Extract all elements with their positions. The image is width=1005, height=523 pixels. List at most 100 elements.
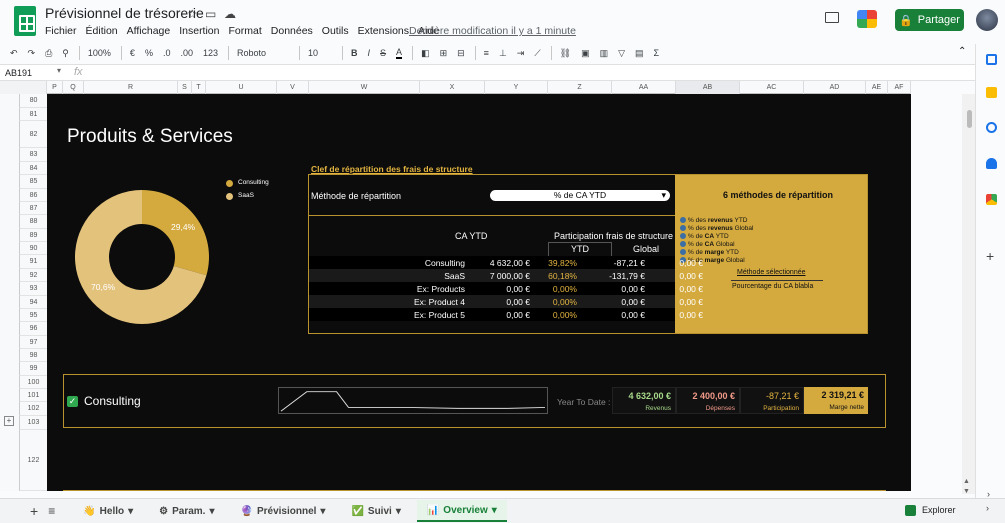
vertical-align-icon[interactable]: ⊥ (499, 48, 507, 59)
column-header[interactable]: T (192, 81, 206, 94)
column-header[interactable]: AD (804, 81, 866, 94)
row-header[interactable]: 82 (19, 121, 47, 148)
print-icon[interactable]: ⎙ (45, 48, 52, 59)
menu-affichage[interactable]: Affichage (127, 25, 171, 37)
insert-link-icon[interactable]: ⛓ (560, 48, 571, 59)
share-button[interactable]: 🔒 Partager (895, 9, 964, 31)
row-header[interactable]: 89 (19, 229, 47, 242)
column-header[interactable]: Y (485, 81, 548, 94)
borders-icon[interactable]: ⊞ (440, 48, 448, 59)
keep-icon[interactable] (986, 87, 997, 98)
column-header[interactable]: Q (63, 81, 84, 94)
merge-cells-icon[interactable]: ⊟ (457, 48, 465, 59)
column-header[interactable]: AA (612, 81, 676, 94)
undo-icon[interactable]: ↶ (10, 48, 18, 59)
column-header[interactable]: S (178, 81, 192, 94)
row-header[interactable]: 103 (19, 416, 47, 430)
calendar-icon[interactable] (986, 54, 997, 65)
row-header[interactable]: 87 (19, 202, 47, 215)
scroll-up-arrow-icon[interactable]: ▲ (963, 478, 970, 485)
row-header[interactable]: 122 (19, 430, 47, 491)
zoom-select[interactable]: 100% (88, 48, 111, 58)
column-header[interactable]: U (206, 81, 277, 94)
select-all-corner[interactable] (0, 81, 47, 94)
row-header[interactable]: 92 (19, 269, 47, 282)
strikethrough-icon[interactable]: S (380, 48, 386, 58)
menu-fichier[interactable]: Fichier (45, 25, 77, 37)
functions-icon[interactable]: Σ (654, 48, 660, 58)
chevron-down-icon[interactable]: ▾ (396, 506, 401, 517)
scrollbar-thumb[interactable] (967, 110, 972, 128)
number-format-select[interactable]: 123 (203, 48, 218, 58)
column-header[interactable]: AC (740, 81, 804, 94)
row-header[interactable]: 95 (19, 309, 47, 322)
text-rotation-icon[interactable]: ⟋ (534, 48, 540, 59)
horizontal-align-icon[interactable]: ≡ (484, 48, 489, 58)
row-header[interactable]: 101 (19, 389, 47, 402)
column-header[interactable]: R (84, 81, 178, 94)
decrease-decimal-button[interactable]: .0 (163, 48, 171, 58)
name-box[interactable]: AB191 (5, 68, 32, 78)
currency-button[interactable]: € (130, 48, 135, 58)
filter-icon[interactable]: ▽ (618, 48, 625, 59)
comments-icon[interactable] (825, 12, 839, 23)
row-header[interactable]: 86 (19, 189, 47, 202)
maps-icon[interactable] (986, 194, 997, 205)
tab-overview[interactable]: 📊 Overview ▾ (416, 500, 507, 522)
column-header[interactable]: Z (548, 81, 612, 94)
bold-icon[interactable]: B (351, 48, 358, 58)
row-header[interactable]: 96 (19, 322, 47, 336)
row-header[interactable]: 102 (19, 402, 47, 416)
row-header[interactable]: 81 (19, 108, 47, 121)
row-header[interactable]: 94 (19, 296, 47, 309)
paint-format-icon[interactable]: ⚲ (62, 48, 69, 59)
last-modified-link[interactable]: Dernière modification il y a 1 minute (409, 25, 576, 37)
row-header[interactable]: 100 (19, 376, 47, 389)
add-addon-icon[interactable]: + (986, 248, 994, 264)
row-header[interactable]: 93 (19, 282, 47, 296)
italic-icon[interactable]: I (368, 48, 371, 58)
menu-donnees[interactable]: Données (271, 25, 313, 37)
row-header[interactable]: 90 (19, 242, 47, 255)
menu-insertion[interactable]: Insertion (179, 25, 219, 37)
row-header[interactable]: 99 (19, 362, 47, 376)
insert-comment-icon[interactable]: ▣ (581, 48, 590, 59)
menu-format[interactable]: Format (229, 25, 262, 37)
redo-icon[interactable]: ↷ (28, 48, 36, 59)
scroll-down-arrow-icon[interactable]: ▼ (963, 488, 970, 495)
meet-icon[interactable] (857, 10, 877, 28)
sheets-logo-icon[interactable] (14, 6, 36, 36)
row-header[interactable]: 83 (19, 148, 47, 162)
row-header[interactable]: 97 (19, 336, 47, 349)
column-header[interactable]: P (47, 81, 63, 94)
tab-param[interactable]: ⚙ Param. ▾ (149, 500, 224, 522)
column-header[interactable]: V (277, 81, 309, 94)
move-folder-icon[interactable]: ▭ (205, 7, 216, 21)
filter-views-icon[interactable]: ▤ (635, 48, 644, 59)
font-size-select[interactable]: 10 (308, 48, 332, 58)
collapse-sidebar-icon[interactable]: › (986, 503, 989, 513)
expand-group-icon[interactable]: + (4, 416, 14, 426)
row-header[interactable]: 84 (19, 162, 47, 175)
chevron-down-icon[interactable]: ▾ (492, 505, 497, 516)
row-header[interactable]: 85 (19, 175, 47, 189)
tasks-icon[interactable] (986, 122, 997, 133)
row-header[interactable]: 91 (19, 255, 47, 269)
column-header[interactable]: W (309, 81, 420, 94)
font-select[interactable]: Roboto (237, 48, 289, 58)
row-header[interactable]: 88 (19, 215, 47, 229)
menu-outils[interactable]: Outils (322, 25, 349, 37)
star-icon[interactable]: ☆ (187, 7, 198, 21)
tab-hello[interactable]: 👋 Hello ▾ (73, 500, 143, 522)
contacts-icon[interactable] (986, 158, 997, 169)
increase-decimal-button[interactable]: .00 (180, 48, 193, 58)
menu-extensions[interactable]: Extensions (358, 25, 409, 37)
percent-button[interactable]: % (145, 48, 153, 58)
column-header[interactable]: X (420, 81, 485, 94)
insert-chart-icon[interactable]: ▥ (600, 48, 609, 59)
column-header[interactable]: AF (888, 81, 911, 94)
column-header[interactable]: AB (676, 81, 740, 94)
chevron-down-icon[interactable]: ▾ (209, 506, 214, 517)
vertical-scrollbar[interactable] (962, 94, 975, 494)
text-wrap-icon[interactable]: ⇥ (517, 48, 525, 59)
